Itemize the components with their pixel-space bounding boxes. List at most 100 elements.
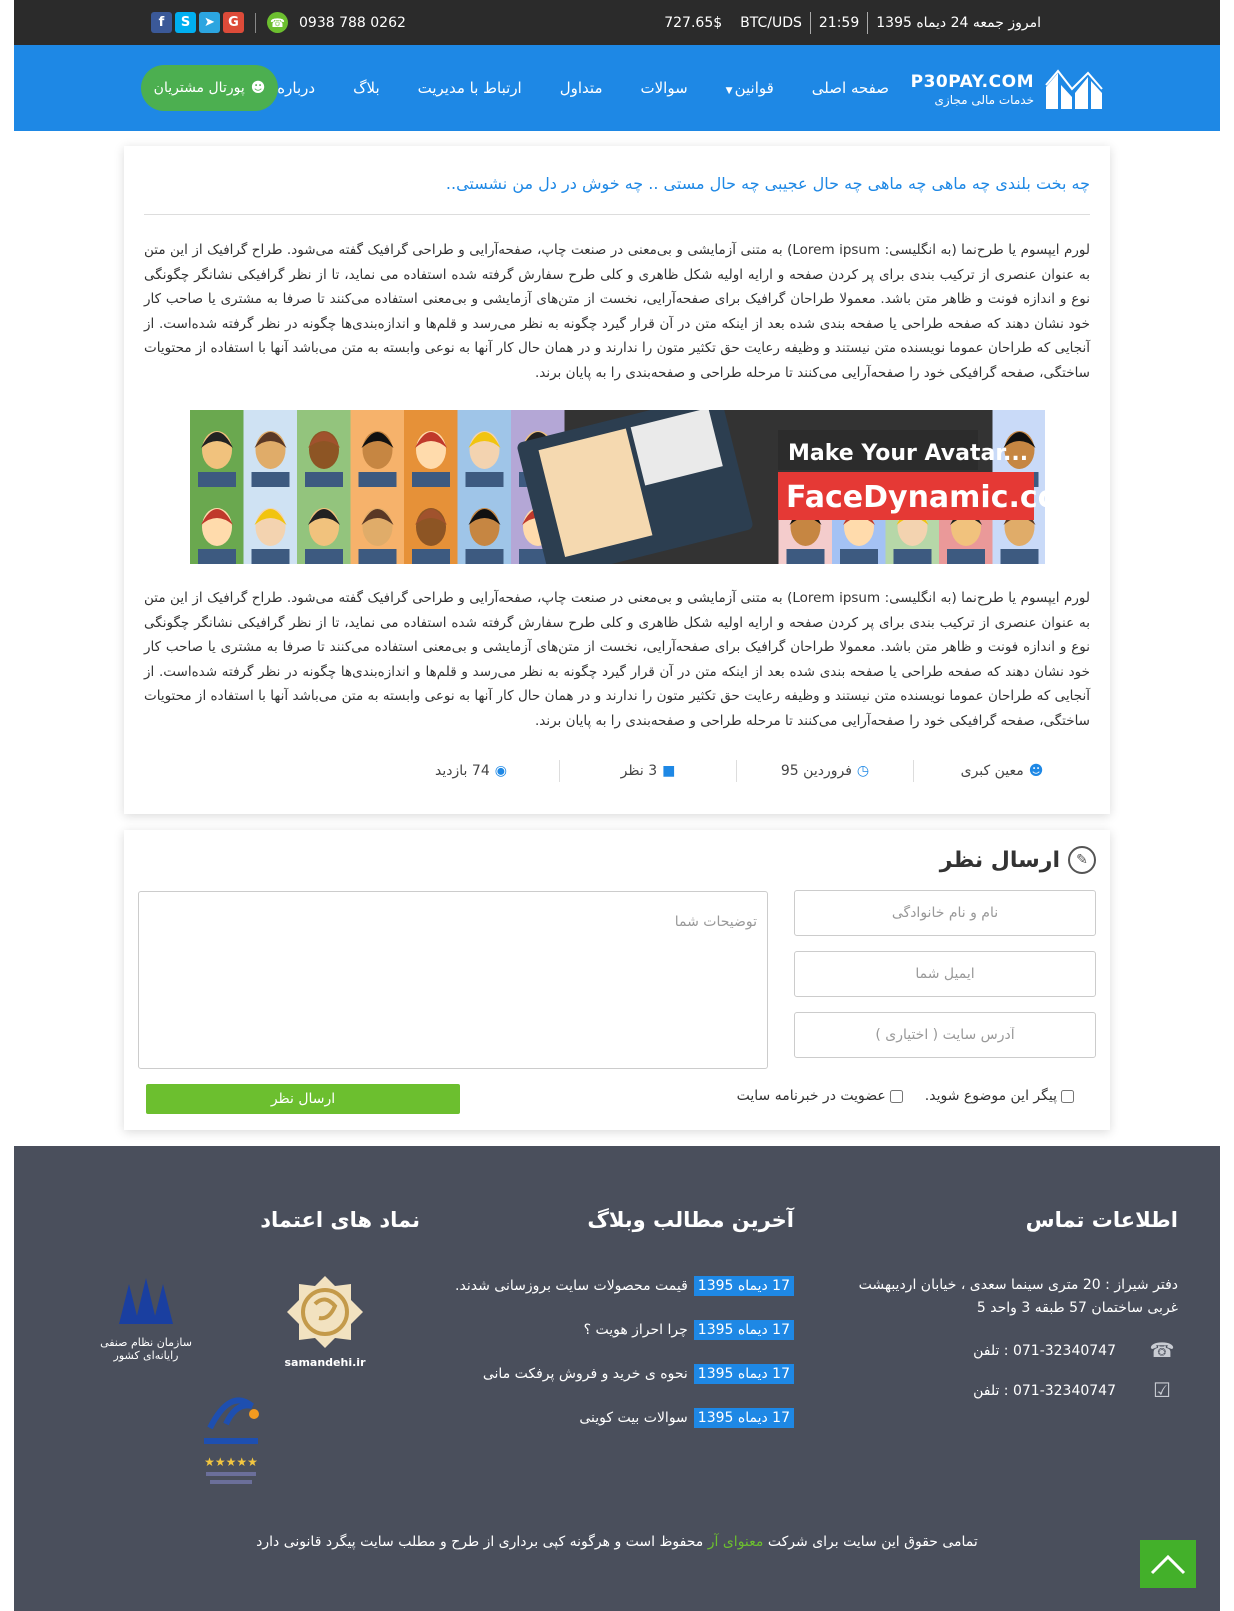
blog-item[interactable]: 17 دیماه 1395 قیمت محصولات سایت بروزسانی … [455,1276,794,1296]
form-options: پیگر این موضوع شوید. عضویت در خبرنامه سا… [737,1088,1074,1104]
nav-item-questions[interactable]: سوالات [621,79,706,97]
currency-pair: BTC/UDS [740,14,802,31]
divider [559,760,560,782]
follow-label: پیگر این موضوع شوید. [924,1088,1057,1104]
contact-social: f S ➤ G ☎ 0938 788 0262 [151,0,406,45]
meta-author[interactable]: ☻ معین کبری [914,763,1090,779]
meta-comments[interactable]: ■ 3 نظر [560,763,736,779]
comment-count: 3 نظر [620,763,658,779]
date-badge: 17 دیماه 1395 [693,1408,794,1428]
newsletter-label: عضویت در خبرنامه سایت [736,1088,886,1104]
divider [144,214,1090,215]
blog-item[interactable]: 17 دیماه 1395 چرا احراز هویت ؟ [584,1320,794,1340]
blog-item-title: چرا احراز هویت ؟ [583,1322,688,1338]
nav-item-blog[interactable]: بلاگ [334,79,399,97]
comment-title-text: ارسال نظر [939,847,1060,873]
comment-icon: ■ [662,763,676,779]
contact-title: اطلاعات تماس [1025,1208,1178,1232]
user-icon: ☻ [1028,763,1044,779]
nav-item-home[interactable]: صفحه اصلی [793,79,908,97]
article-banner-image: Make Your Avatar... FaceDynamic.com [190,410,1045,564]
current-time: 21:59 [818,14,860,31]
samandehi-badge[interactable]: samandehi.ir [280,1274,370,1369]
skype-icon[interactable]: S [175,12,196,33]
name-field[interactable] [794,890,1096,936]
date-badge: 17 دیماه 1395 [693,1276,794,1296]
comment-form-title: ✎ ارسال نظر [940,846,1096,874]
blog-item[interactable]: 17 دیماه 1395 نحوه ی خرید و فروش پرفکت ما… [483,1364,794,1384]
office-address: دفتر شیراز : 20 متری سینما سعدی ، خیابان… [858,1277,1178,1316]
blog-item-title: سوالات بیت کوینی [579,1410,688,1426]
page: f S ➤ G ☎ 0938 788 0262 امروز جمعه 24 دی… [14,0,1220,1611]
company-link[interactable]: معنوای آر [708,1534,764,1550]
samandehi-logo-icon [287,1276,363,1348]
brand-text: P30PAY.COM خدمات مالی مجازی [911,72,1034,107]
samandehi-label: samandehi.ir [284,1356,366,1369]
meta-views: ◉ 74 بازدید [383,763,559,779]
follow-checkbox[interactable] [1061,1089,1074,1103]
author-name: معین کبری [960,763,1024,779]
portal-label: پورتال مشتریان [153,80,245,96]
divider [736,760,737,782]
newsletter-checkbox[interactable] [889,1089,903,1103]
date-price-info: امروز جمعه 24 دیماه 1395 21:59 BTC/UDS 7… [656,0,1049,45]
copyright-post: محفوظ است و هرگونه کپی برداری از طرح و م… [256,1534,704,1550]
email-field[interactable] [794,951,1096,997]
view-count: 74 بازدید [435,763,490,779]
enamad-logo-icon: ★★★★★ [204,1397,259,1484]
follow-option[interactable]: پیگر این موضوع شوید. [925,1088,1074,1104]
current-date: امروز جمعه 24 دیماه 1395 [876,14,1041,31]
google-icon[interactable]: G [223,12,244,33]
date-badge: 17 دیماه 1395 [693,1320,794,1340]
nezam-logo-icon [119,1278,173,1324]
nav-item-rules[interactable]: قوانین▼ [707,79,793,97]
article-meta: ☻ معین کبری ◷ فروردین 95 ■ 3 نظر ◉ 74 بازدید [144,756,1090,786]
telegram-icon[interactable]: ➤ [199,12,220,33]
divider [255,12,256,33]
nav-menu: صفحه اصلی قوانین▼ سوالات متداول ارتباط ب… [241,45,908,131]
nav-item-contact-admin[interactable]: ارتباط با مدیریت [399,79,541,97]
top-bar: f S ➤ G ☎ 0938 788 0262 امروز جمعه 24 دی… [14,0,1220,45]
article-title[interactable]: چه بخت بلندی چه ماهی چه ماهی چه حال عجیب… [446,174,1090,193]
fax-icon: ☑ [1153,1378,1171,1402]
customer-portal-button[interactable]: ☻ پورتال مشتریان [141,65,278,111]
enamad-badge[interactable]: ★★★★★ [196,1388,266,1498]
nav-item-common[interactable]: متداول [541,79,622,97]
submit-comment-button[interactable]: ارسال نظر [146,1084,460,1114]
telephone-icon: ☎ [1149,1338,1175,1362]
site-logo[interactable]: P30PAY.COM خدمات مالی مجازی [911,65,1104,113]
brand-name: P30PAY.COM [910,71,1034,92]
chevron-up-icon [1150,1554,1186,1575]
nezam-label: سازمان نظام صنفی رایانه‌ای کشور [100,1336,192,1362]
banner-line1: Make Your Avatar... [788,441,1028,466]
newsletter-option[interactable]: عضویت در خبرنامه سایت [737,1088,903,1104]
trust-title: نماد های اعتماد [260,1208,420,1232]
article-paragraph: لورم ایپسوم یا طرح‌نما (به انگلیسی: Lore… [144,242,1090,381]
eye-icon: ◉ [494,763,507,779]
scroll-to-top-button[interactable] [1140,1540,1196,1588]
post-date: فروردین 95 [780,763,852,779]
article-card: چه بخت بلندی چه ماهی چه ماهی چه حال عجیب… [124,146,1110,814]
comment-textarea[interactable] [138,891,768,1069]
pencil-icon: ✎ [1068,846,1096,874]
phone-2-text: 071-32340747 : تلفن [973,1383,1116,1399]
comment-form-card: ✎ ارسال نظر پیگر این موضوع شوید. عضویت د… [124,830,1110,1130]
user-icon: ☻ [250,80,266,96]
phone-icon: ☎ [267,12,288,33]
footer: اطلاعات تماس دفتر شیراز : 20 متری سینما … [14,1146,1220,1611]
btc-price: 727.65$ [664,14,723,31]
copyright-pre: تمامی حقوق این سایت برای شرکت [767,1534,978,1550]
clock-icon: ◷ [856,763,870,779]
nezam-senfi-badge[interactable]: سازمان نظام صنفی رایانه‌ای کشور [86,1274,206,1362]
divider [867,11,869,34]
divider [809,11,811,34]
website-field[interactable] [794,1012,1096,1058]
blog-item[interactable]: 17 دیماه 1395 سوالات بیت کوینی [579,1408,794,1428]
date-badge: 17 دیماه 1395 [693,1364,794,1384]
nav-item-rules-label: قوانین [734,79,774,97]
blog-item-title: قیمت محصولات سایت بروزسانی شدند. [455,1278,688,1294]
meta-date: ◷ فروردین 95 [737,763,913,779]
facebook-icon[interactable]: f [151,12,172,33]
blog-item-title: نحوه ی خرید و فروش پرفکت مانی [482,1366,688,1382]
main-nav: P30PAY.COM خدمات مالی مجازی صفحه اصلی قو… [14,45,1220,131]
